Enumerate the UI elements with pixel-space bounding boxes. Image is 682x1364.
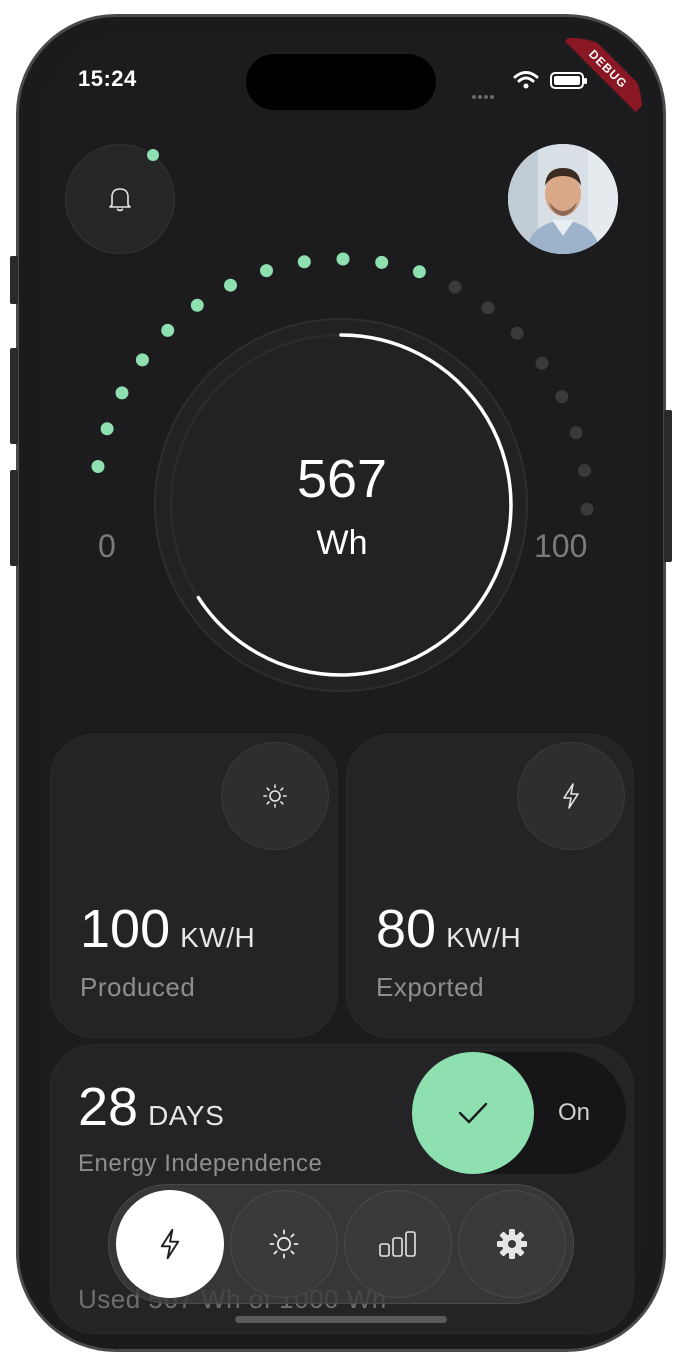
- gauge-dot-active: [190, 298, 204, 312]
- sun-icon: [263, 784, 287, 808]
- gauge-dot-active: [297, 255, 311, 269]
- gauge-dot-active: [260, 264, 273, 278]
- produced-value: 100: [80, 899, 171, 959]
- home-indicator[interactable]: [235, 1316, 447, 1323]
- bar-chart-icon: [379, 1231, 416, 1257]
- exported-icon-button[interactable]: [517, 742, 625, 850]
- independence-value: 28: [78, 1077, 139, 1137]
- gauge-dot-inactive: [569, 426, 583, 440]
- independence-unit: DAYS: [148, 1100, 225, 1131]
- energy-gauge: [91, 252, 594, 692]
- gauge-min-label: 0: [98, 528, 116, 564]
- exported-unit: KW/H: [446, 922, 522, 953]
- gauge-dot-active: [161, 323, 175, 337]
- sun-icon: [269, 1229, 299, 1259]
- gauge-dot-inactive: [481, 301, 495, 315]
- gauge-max-label: 100: [534, 528, 588, 564]
- gauge-dot-active: [115, 386, 129, 400]
- gauge-dot-active: [375, 255, 389, 269]
- produced-icon-button[interactable]: [221, 742, 329, 850]
- gauge-dot-inactive: [578, 464, 592, 477]
- bolt-icon: [160, 1228, 180, 1260]
- gauge-dot-inactive: [535, 356, 549, 370]
- bolt-icon: [563, 783, 579, 809]
- toggle-label: On: [558, 1099, 591, 1126]
- produced-unit: KW/H: [180, 922, 256, 953]
- gear-icon: [497, 1229, 527, 1259]
- gauge-dot-inactive: [555, 390, 569, 404]
- nav-energy[interactable]: [116, 1190, 224, 1298]
- independence-label: Energy Independence: [78, 1150, 323, 1177]
- gauge-dot-inactive: [580, 502, 594, 516]
- gauge-dot-active: [100, 422, 114, 436]
- exported-value: 80: [376, 899, 437, 959]
- check-icon: [458, 1102, 488, 1124]
- gauge-dot-active: [135, 353, 149, 367]
- gauge-dot-inactive: [510, 326, 524, 340]
- exported-label: Exported: [376, 972, 485, 1002]
- gauge-value: 567: [296, 449, 388, 509]
- produced-label: Produced: [80, 972, 196, 1002]
- nav-stats[interactable]: [344, 1190, 452, 1298]
- nav-solar[interactable]: [230, 1190, 338, 1298]
- gauge-dot-active: [412, 265, 426, 279]
- nav-settings[interactable]: [458, 1190, 566, 1298]
- independence-toggle[interactable]: On: [412, 1052, 626, 1174]
- produced-value-row: 100 KW/H: [80, 898, 255, 960]
- gauge-dot-active: [91, 460, 105, 473]
- gauge-dot-active: [336, 252, 350, 266]
- gauge-unit: Wh: [316, 524, 368, 562]
- independence-value-row: 28 DAYS: [78, 1076, 224, 1138]
- toggle-knob[interactable]: [412, 1052, 534, 1174]
- exported-value-row: 80 KW/H: [376, 898, 521, 960]
- gauge-dot-inactive: [448, 280, 462, 294]
- gauge-dot-active: [224, 278, 237, 292]
